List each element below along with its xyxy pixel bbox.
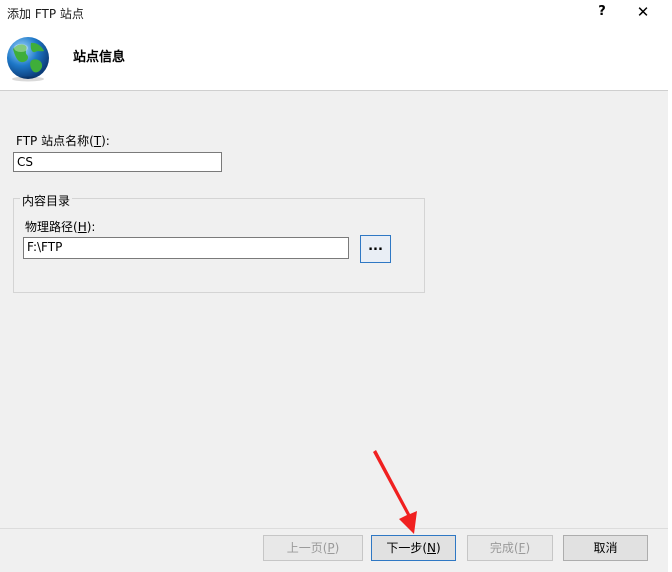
- physical-path-input[interactable]: F:\FTP: [23, 237, 349, 259]
- physical-path-label-key: H: [77, 220, 87, 234]
- globe-icon: [7, 37, 49, 82]
- next-button-key: N: [427, 541, 436, 555]
- physical-path-label-end: ):: [86, 220, 96, 234]
- cancel-button[interactable]: 取消: [563, 535, 648, 561]
- finish-button[interactable]: 完成(F): [467, 535, 553, 561]
- finish-button-text: 完成(: [489, 541, 519, 555]
- site-name-label-text: FTP 站点名称(: [16, 134, 94, 148]
- content-directory-legend: 内容目录: [20, 192, 73, 209]
- next-button-end: ): [435, 541, 441, 555]
- footer-divider: [0, 528, 668, 529]
- title-bar: 添加 FTP 站点 ? ✕: [0, 0, 672, 24]
- window-right-edge: [668, 0, 672, 572]
- next-button[interactable]: 下一步(N): [371, 535, 456, 561]
- next-button-text: 下一步(: [386, 541, 427, 555]
- finish-button-end: ): [525, 541, 531, 555]
- site-name-input[interactable]: CS: [13, 152, 222, 172]
- physical-path-label-text: 物理路径(: [25, 220, 78, 234]
- window-title: 添加 FTP 站点: [7, 7, 84, 21]
- browse-button[interactable]: ...: [360, 235, 391, 263]
- close-button[interactable]: ✕: [628, 1, 658, 23]
- site-name-label-end: ):: [101, 134, 110, 148]
- site-name-label-key: T: [93, 134, 102, 148]
- site-name-label: FTP 站点名称(T):: [16, 132, 110, 149]
- page-title: 站点信息: [73, 50, 126, 65]
- previous-button[interactable]: 上一页(P): [263, 535, 363, 561]
- previous-button-end: ): [334, 541, 340, 555]
- help-button[interactable]: ?: [590, 1, 614, 23]
- annotation-arrow-icon: [373, 450, 417, 534]
- wizard-header: 站点信息: [0, 24, 672, 91]
- previous-button-key: P: [327, 541, 335, 555]
- physical-path-label: 物理路径(H):: [25, 218, 95, 235]
- previous-button-text: 上一页(: [286, 541, 328, 555]
